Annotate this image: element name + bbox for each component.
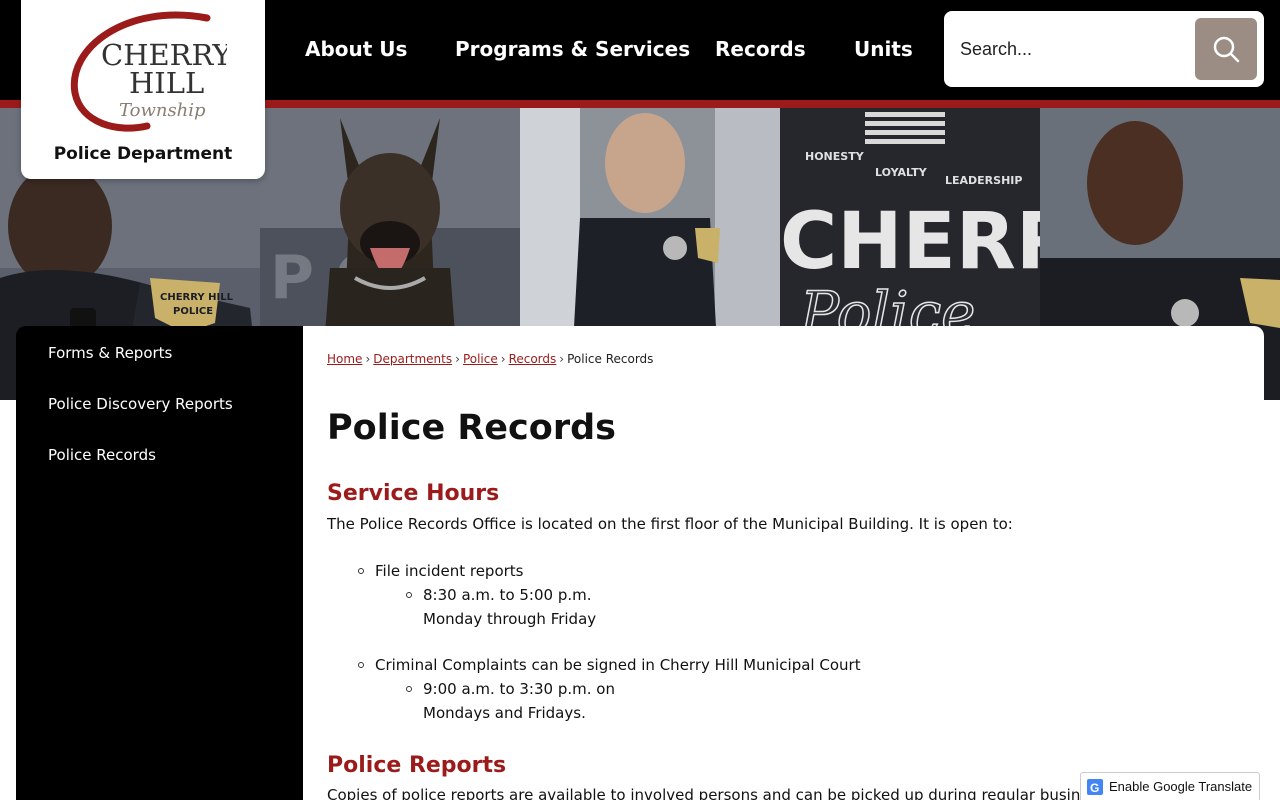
svg-text:G: G (1090, 781, 1099, 795)
google-translate-button[interactable]: G Enable Google Translate (1080, 772, 1260, 800)
poster-word-loyalty: LOYALTY (875, 166, 928, 179)
logo-card[interactable]: CHERRY HILL Township Police Department (21, 0, 265, 179)
section-heading-police-reports: Police Reports (327, 753, 507, 778)
nav-units[interactable]: Units (854, 37, 913, 61)
sidebar-item-forms-reports[interactable]: Forms & Reports (48, 344, 172, 362)
nav-records[interactable]: Records (715, 37, 806, 61)
hero-shirt-patch-text: CHERRY HILL (160, 292, 234, 303)
svg-text:POLICE: POLICE (173, 306, 213, 317)
list-bullet (406, 592, 412, 598)
logo-text-hill: HILL (129, 66, 204, 100)
list-bullet (406, 686, 412, 692)
poster-word-leadership: LEADERSHIP (945, 174, 1022, 187)
sidebar-item-police-records[interactable]: Police Records (48, 446, 156, 464)
list-subitem-hours-2: 9:00 a.m. to 3:30 p.m. on (423, 680, 615, 698)
sidebar-item-police-discovery-reports[interactable]: Police Discovery Reports (48, 395, 233, 413)
list-item-file-incident-reports: File incident reports (375, 562, 524, 580)
search-box (944, 11, 1264, 87)
breadcrumb-departments[interactable]: Departments (373, 352, 452, 366)
police-reports-intro: Copies of police reports are available t… (327, 786, 1202, 800)
list-bullet (358, 568, 364, 574)
breadcrumb: Home › Departments › Police › Records › Police R… (327, 352, 654, 366)
cherry-hill-logo: CHERRY HILL Township (70, 11, 227, 132)
breadcrumb-police[interactable]: Police (463, 352, 498, 366)
service-hours-intro: The Police Records Office is located on … (327, 515, 1013, 533)
list-subitem-days-1: Monday through Friday (423, 610, 597, 628)
list-item-criminal-complaints: Criminal Complaints can be signed in Che… (375, 656, 861, 674)
page-title: Police Records (327, 408, 616, 448)
logo-text-township: Township (119, 100, 206, 121)
breadcrumb-current: Police Records (567, 352, 654, 366)
list-bullet (358, 662, 364, 668)
breadcrumb-home[interactable]: Home (327, 352, 362, 366)
google-translate-label: Enable Google Translate (1109, 779, 1253, 794)
search-icon (1213, 36, 1240, 63)
list-subitem-days-2: Mondays and Fridays. (423, 704, 586, 722)
nav-programs-services[interactable]: Programs & Services (455, 37, 690, 61)
poster-big-text: CHERRY (780, 197, 1040, 287)
breadcrumb-records[interactable]: Records (509, 352, 557, 366)
section-heading-service-hours: Service Hours (327, 481, 500, 506)
search-button[interactable] (1195, 18, 1257, 80)
nav-about-us[interactable]: About Us (305, 37, 407, 61)
list-subitem-hours-1: 8:30 a.m. to 5:00 p.m. (423, 586, 592, 604)
logo-subtitle: Police Department (53, 144, 233, 164)
sidebar-nav: Forms & Reports Police Discovery Reports… (16, 326, 303, 800)
main-content: Home › Departments › Police › Records › Police R… (303, 326, 1264, 800)
poster-word-honesty: HONESTY (805, 150, 865, 163)
google-g-icon: G (1087, 778, 1103, 795)
search-input[interactable] (960, 33, 1190, 65)
